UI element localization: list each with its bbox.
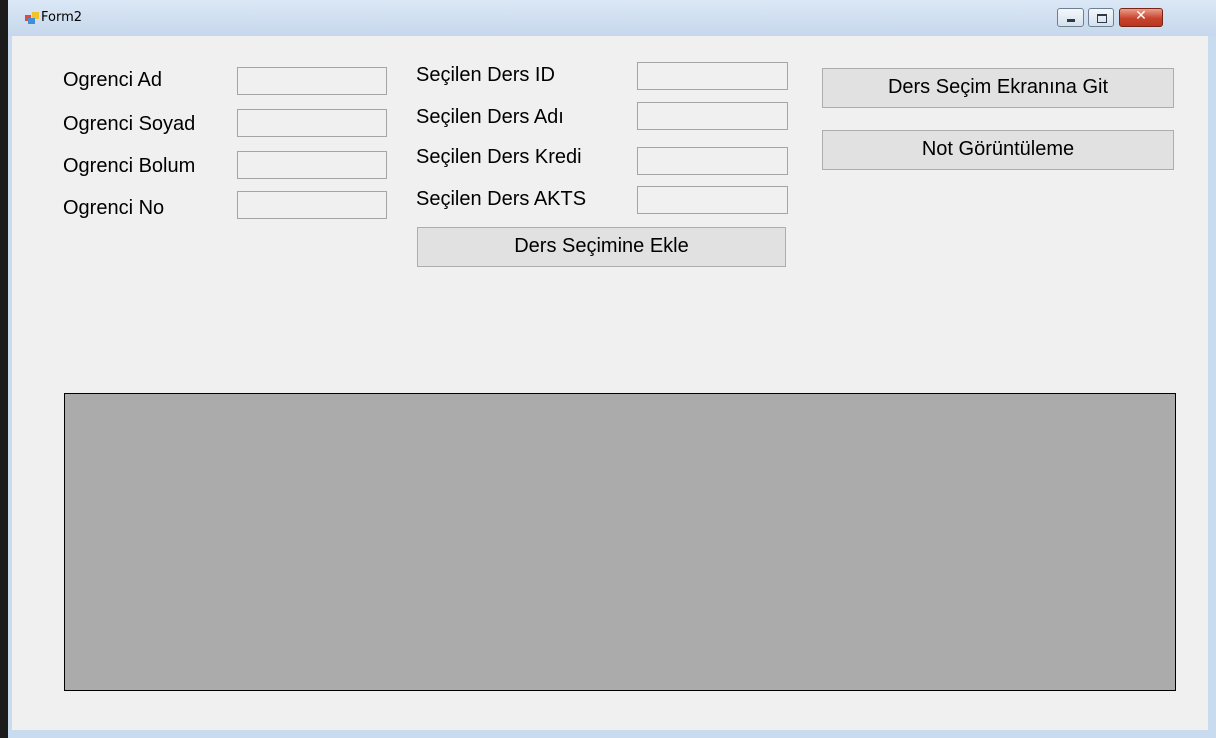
close-icon: ✕ bbox=[1135, 8, 1147, 24]
close-button[interactable]: ✕ bbox=[1119, 8, 1163, 27]
ogrenci-ad-field[interactable] bbox=[237, 67, 387, 95]
secilen-ders-adi-field[interactable] bbox=[637, 102, 788, 130]
title-bar[interactable]: Form2 ✕ bbox=[8, 0, 1216, 36]
not-goruntuleme-button[interactable]: Not Görüntüleme bbox=[822, 130, 1174, 170]
form-window: Form2 ✕ Ogrenci Ad Ogrenci Soyad Ogrenci… bbox=[8, 0, 1216, 738]
desktop-background bbox=[0, 0, 8, 738]
ogrenci-bolum-label: Ogrenci Bolum bbox=[63, 155, 196, 177]
ogrenci-bolum-field[interactable] bbox=[237, 151, 387, 179]
secilen-ders-akts-label: Seçilen Ders AKTS bbox=[416, 188, 587, 210]
windows-form-icon bbox=[25, 12, 39, 24]
ogrenci-no-field[interactable] bbox=[237, 191, 387, 219]
maximize-icon bbox=[1097, 14, 1107, 23]
ogrenci-soyad-field[interactable] bbox=[237, 109, 387, 137]
ogrenci-no-label: Ogrenci No bbox=[63, 197, 165, 219]
secilen-ders-kredi-label: Seçilen Ders Kredi bbox=[416, 146, 582, 168]
secilen-ders-adi-label: Seçilen Ders Adı bbox=[416, 106, 564, 128]
ders-secimine-ekle-button[interactable]: Ders Seçimine Ekle bbox=[417, 227, 786, 267]
ogrenci-ad-label: Ogrenci Ad bbox=[63, 69, 162, 91]
data-grid-view[interactable] bbox=[64, 393, 1176, 691]
form-client-area: Ogrenci Ad Ogrenci Soyad Ogrenci Bolum O… bbox=[12, 36, 1208, 730]
minimize-icon bbox=[1067, 19, 1075, 22]
secilen-ders-id-field[interactable] bbox=[637, 62, 788, 90]
ders-secim-ekranina-git-button[interactable]: Ders Seçim Ekranına Git bbox=[822, 68, 1174, 108]
window-title: Form2 bbox=[41, 10, 83, 25]
maximize-button[interactable] bbox=[1088, 8, 1114, 27]
secilen-ders-kredi-field[interactable] bbox=[637, 147, 788, 175]
minimize-button[interactable] bbox=[1057, 8, 1084, 27]
secilen-ders-akts-field[interactable] bbox=[637, 186, 788, 214]
secilen-ders-id-label: Seçilen Ders ID bbox=[416, 64, 555, 86]
ogrenci-soyad-label: Ogrenci Soyad bbox=[63, 113, 196, 135]
